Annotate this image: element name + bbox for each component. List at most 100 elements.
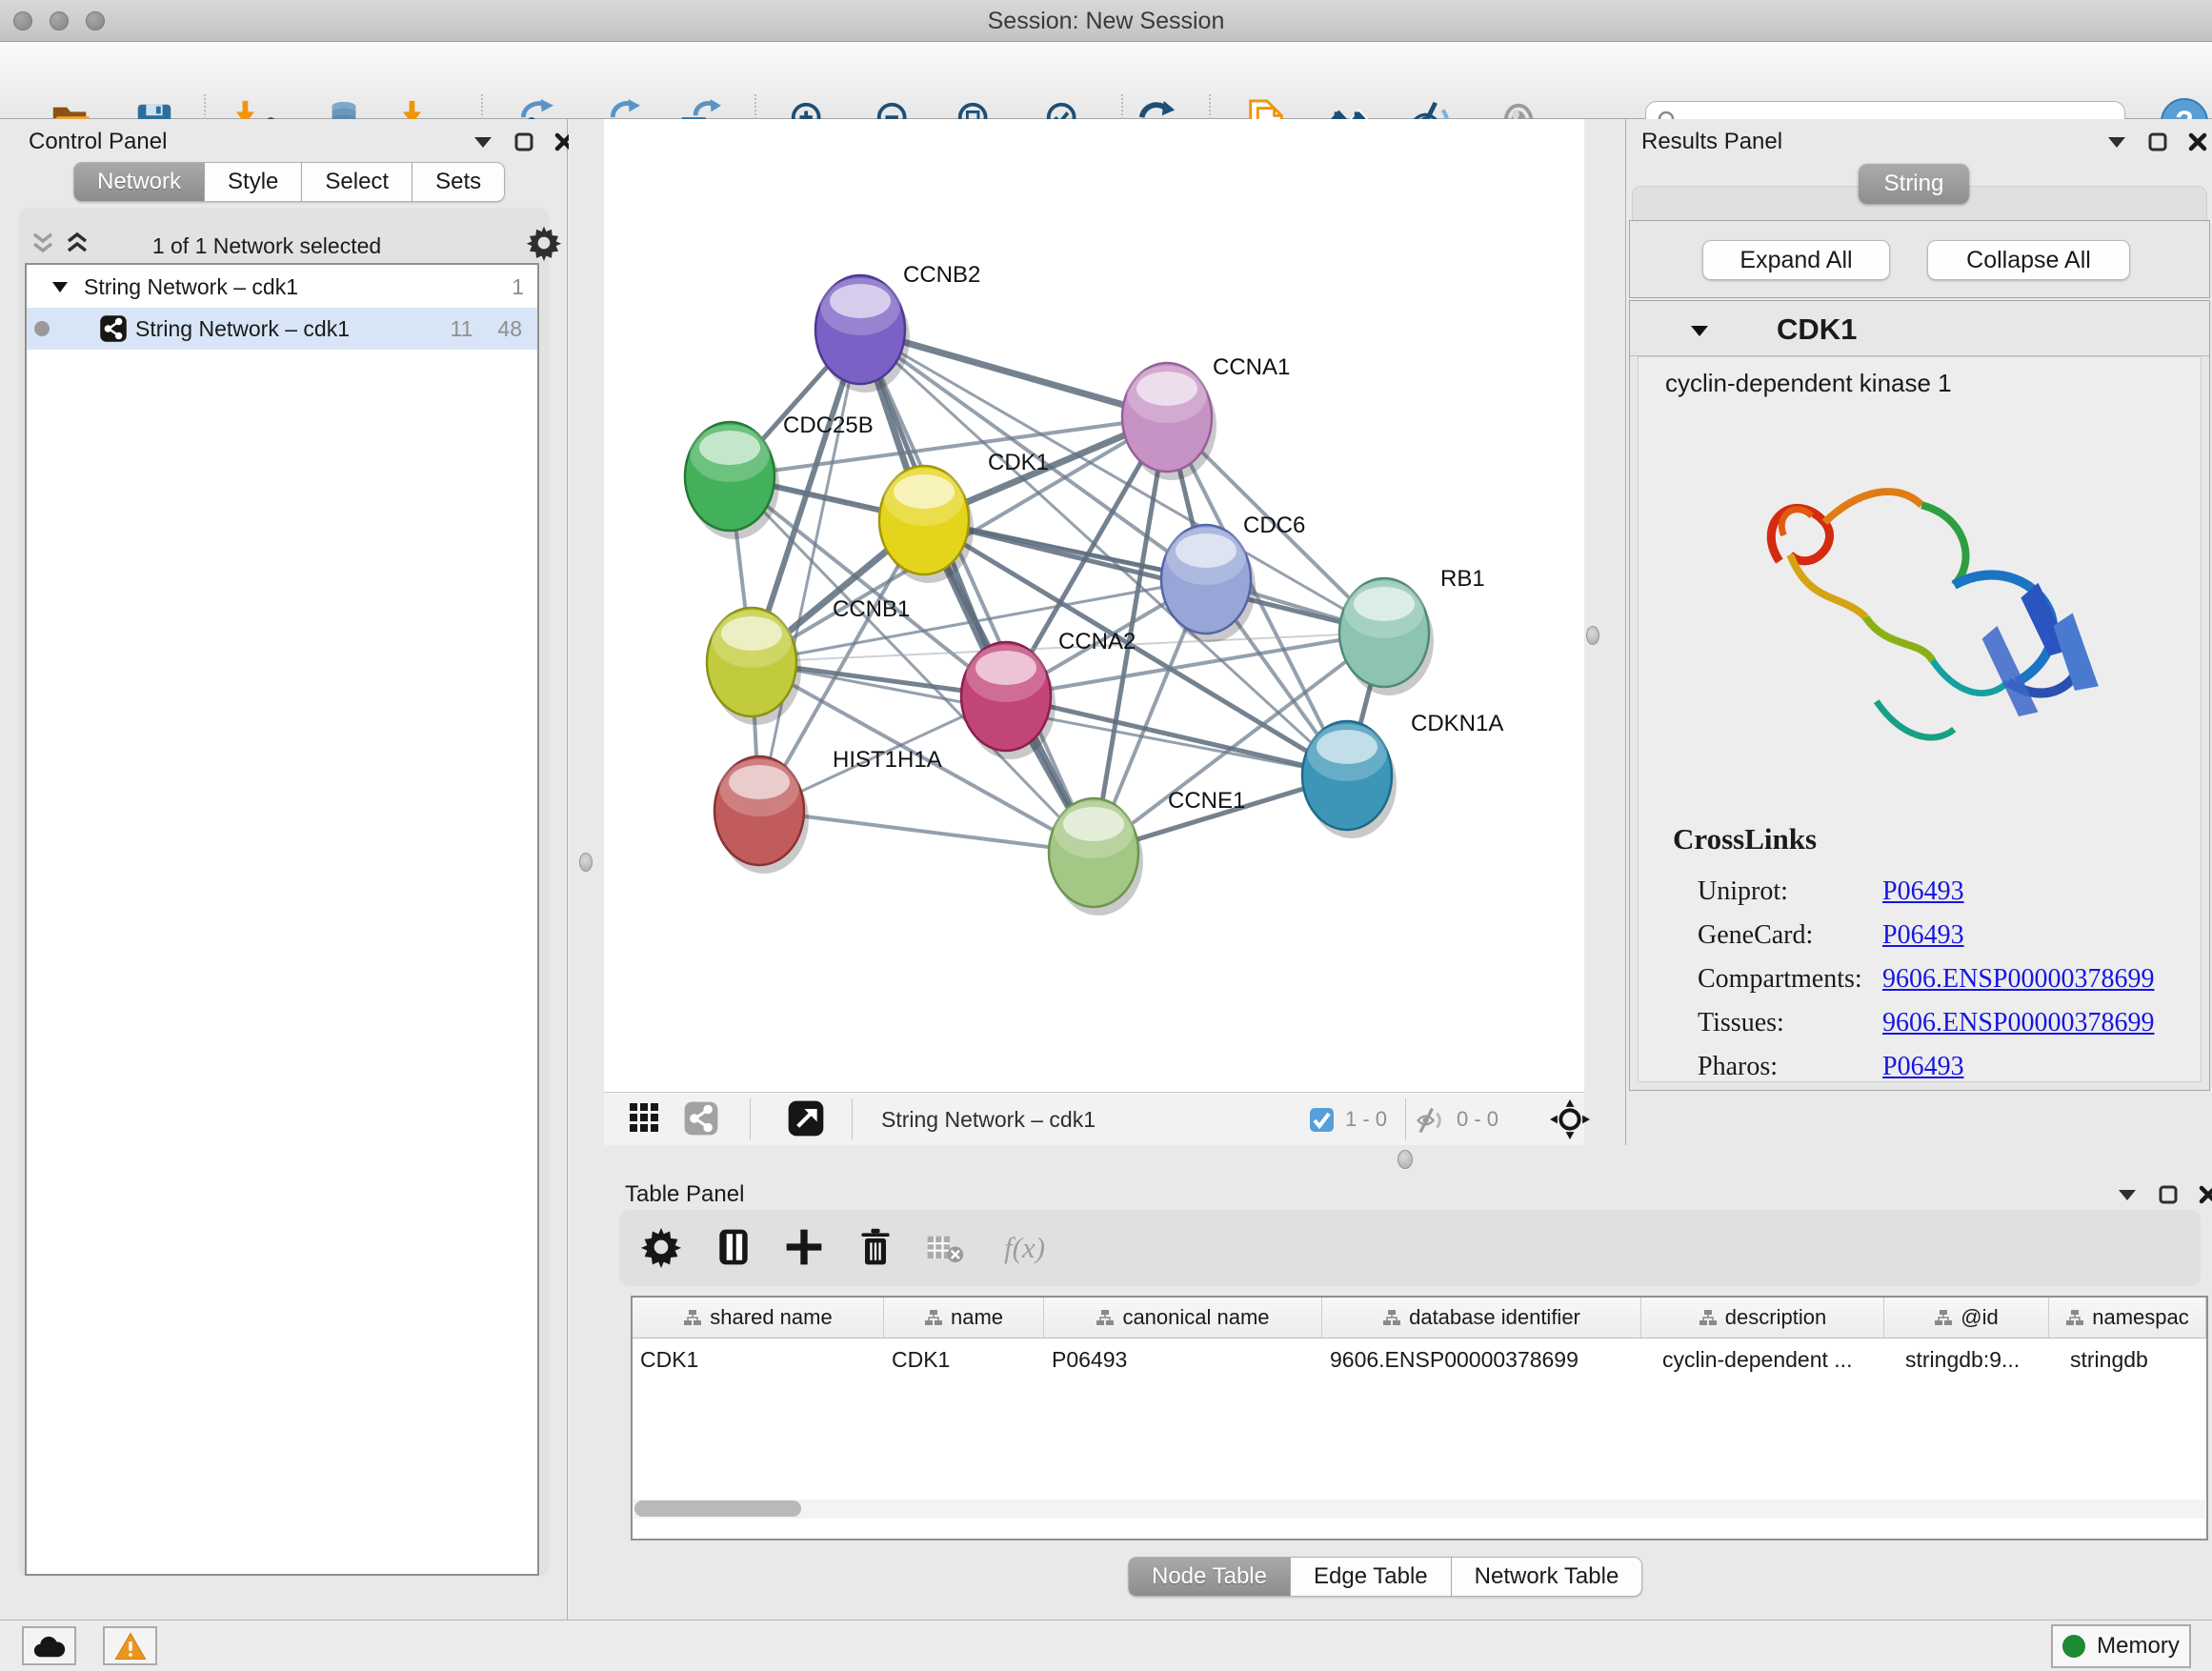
create-column-icon[interactable] [783, 1226, 825, 1268]
splitter-handle[interactable] [1586, 626, 1599, 645]
tab-select[interactable]: Select [302, 162, 412, 202]
selected-checkbox-icon[interactable] [1309, 1107, 1335, 1133]
show-columns-icon[interactable] [713, 1226, 754, 1268]
network-view-title: String Network – cdk1 [881, 1093, 1096, 1146]
warning-status-button[interactable] [103, 1626, 157, 1665]
protein-card: CDK1 cyclin-dependent kinase 1 CrossLi [1629, 300, 2210, 1091]
network-node-HIST1H1A[interactable] [714, 756, 809, 874]
network-node-CDC6[interactable] [1161, 525, 1256, 642]
crosslink-row: Compartments:9606.ENSP00000378699 [1673, 957, 2154, 1001]
column-header-canonical-name[interactable]: canonical name [1044, 1298, 1322, 1338]
network-overview-icon[interactable] [683, 1100, 719, 1137]
table-cell[interactable]: 9606.ENSP00000378699 [1322, 1339, 1641, 1380]
horizontal-splitter[interactable] [604, 1145, 2212, 1174]
node-label-RB1: RB1 [1440, 566, 1485, 592]
network-canvas[interactable]: CCNB2CCNA1CDC25BCDK1CDC6RB1CCNB1CCNA2CDK… [604, 119, 1584, 1092]
network-node-CCNA1[interactable] [1122, 363, 1217, 480]
crosslink-link[interactable]: P06493 [1882, 876, 1964, 907]
crosslink-link[interactable]: 9606.ENSP00000378699 [1882, 964, 2154, 995]
tab-string[interactable]: String [1859, 164, 1969, 204]
cloud-status-button[interactable] [22, 1626, 76, 1665]
protein-card-header[interactable]: CDK1 [1630, 301, 2209, 356]
crosslink-link[interactable]: 9606.ENSP00000378699 [1882, 1008, 2154, 1038]
crosslink-link[interactable]: P06493 [1882, 920, 1964, 951]
column-header-namespac[interactable]: namespac [2049, 1298, 2206, 1338]
network-node-CCNE1[interactable] [1049, 798, 1143, 916]
tab-sets[interactable]: Sets [412, 162, 505, 202]
table-row[interactable]: CDK1CDK1P064939606.ENSP00000378699cyclin… [633, 1339, 2206, 1380]
column-header-shared-name[interactable]: shared name [633, 1298, 884, 1338]
table-horizontal-scrollbar[interactable] [633, 1500, 2205, 1519]
collection-expand-triangle-icon[interactable] [51, 280, 69, 294]
float-panel-icon[interactable] [514, 132, 533, 151]
tab-style[interactable]: Style [205, 162, 302, 202]
network-row[interactable]: String Network – cdk1 11 48 [27, 308, 537, 350]
splitter-handle[interactable] [579, 853, 593, 872]
column-header-database-identifier[interactable]: database identifier [1322, 1298, 1641, 1338]
protein-card-body: cyclin-dependent kinase 1 CrossLinks Uni… [1638, 356, 2202, 1082]
tab-network[interactable]: Network [73, 162, 205, 202]
network-tree: String Network – cdk1 1 String Network –… [25, 263, 539, 1576]
vertical-splitter-left[interactable] [569, 119, 604, 1620]
edge-HIST1H1A-CCNE1[interactable] [759, 811, 1094, 853]
scrollbar-thumb[interactable] [634, 1500, 801, 1517]
crosslink-label: Tissues: [1673, 1008, 1882, 1038]
table-cell[interactable]: P06493 [1044, 1339, 1322, 1380]
network-node-CCNA2[interactable] [961, 642, 1056, 759]
memory-button[interactable]: Memory [2051, 1624, 2191, 1668]
table-cell[interactable]: cyclin-dependent ... [1641, 1339, 1884, 1380]
network-node-RB1[interactable] [1339, 578, 1434, 695]
column-header-name[interactable]: name [884, 1298, 1044, 1338]
edge-CCNA2-CDKN1A[interactable] [1006, 696, 1347, 775]
network-options-gear-icon[interactable] [526, 225, 562, 261]
fit-selected-crosshair-icon[interactable] [1550, 1099, 1590, 1139]
close-panel-icon[interactable] [2199, 1185, 2212, 1204]
crosslink-link[interactable]: P06493 [1882, 1052, 1964, 1082]
table-cell[interactable]: stringdb:9... [1884, 1339, 2049, 1380]
network-node-CDK1[interactable] [879, 466, 974, 583]
network-node-CCNB2[interactable] [815, 275, 910, 393]
minimize-panel-icon[interactable] [2117, 1186, 2138, 1203]
control-panel: Control Panel NetworkStyleSelectSets 1 o… [0, 119, 568, 1620]
network-node-CCNB1[interactable] [707, 608, 801, 725]
table-cell[interactable]: stringdb [2049, 1339, 2206, 1380]
tab-network-table[interactable]: Network Table [1452, 1557, 1643, 1597]
results-panel: Results Panel String Expand All Collapse… [1625, 119, 2212, 1145]
title-bar: Session: New Session [0, 0, 2212, 42]
edge-CCNB2-CCNE1[interactable] [860, 330, 1094, 853]
node-table[interactable]: shared namenamecanonical namedatabase id… [631, 1296, 2208, 1540]
network-node-count: 11 [451, 316, 473, 342]
export-view-icon[interactable] [787, 1099, 825, 1137]
vertical-splitter-right[interactable] [1584, 119, 1625, 1145]
network-collection-row[interactable]: String Network – cdk1 1 [27, 266, 537, 308]
table-tabs: Node TableEdge TableNetwork Table [1128, 1557, 1642, 1597]
collection-count: 1 [512, 274, 524, 300]
splitter-handle[interactable] [1398, 1150, 1413, 1169]
control-panel-title: Control Panel [29, 129, 167, 155]
table-cell[interactable]: CDK1 [633, 1339, 884, 1380]
float-panel-icon[interactable] [2148, 132, 2167, 151]
close-panel-icon[interactable] [2188, 132, 2207, 151]
network-node-CDKN1A[interactable] [1302, 721, 1397, 838]
birdseye-view-icon[interactable] [629, 1102, 659, 1133]
protein-structure-image [1715, 410, 2124, 810]
tab-node-table[interactable]: Node Table [1128, 1557, 1291, 1597]
column-header-description[interactable]: description [1641, 1298, 1884, 1338]
collapse-card-triangle-icon[interactable] [1689, 322, 1710, 339]
column-header-@id[interactable]: @id [1884, 1298, 2049, 1338]
minimize-panel-icon[interactable] [473, 133, 493, 151]
control-panel-tabs: NetworkStyleSelectSets [73, 162, 505, 202]
hidden-eye-slash-icon[interactable] [1416, 1106, 1444, 1135]
delete-column-icon[interactable] [855, 1226, 896, 1268]
tab-edge-table[interactable]: Edge Table [1291, 1557, 1452, 1597]
minimize-panel-icon[interactable] [2106, 133, 2127, 151]
collapse-all-button[interactable]: Collapse All [1927, 240, 2130, 280]
float-panel-icon[interactable] [2159, 1185, 2178, 1204]
delete-table-icon[interactable] [926, 1233, 964, 1265]
expand-all-button[interactable]: Expand All [1702, 240, 1890, 280]
function-builder-icon[interactable]: f(x) [1004, 1231, 1045, 1265]
edge-CDK1-RB1[interactable] [924, 520, 1384, 633]
toolbar-separator [852, 1098, 853, 1140]
table-options-gear-icon[interactable] [640, 1226, 682, 1268]
table-cell[interactable]: CDK1 [884, 1339, 1044, 1380]
